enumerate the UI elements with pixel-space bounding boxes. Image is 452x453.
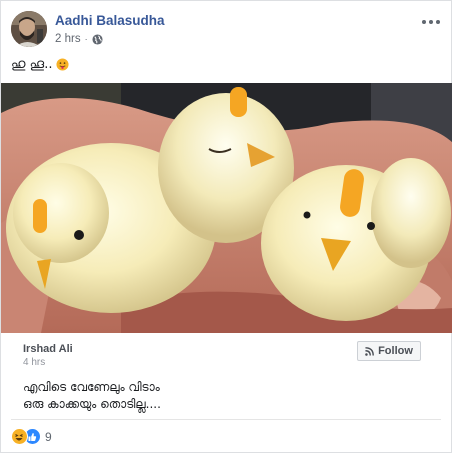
meta-separator: · — [84, 34, 88, 44]
post-photo[interactable] — [1, 83, 452, 333]
shared-author-name[interactable]: Irshad Ali — [23, 343, 73, 355]
follow-label: Follow — [378, 345, 413, 357]
post-body: ഹു ഹൂ.. — [11, 57, 70, 72]
shared-timestamp[interactable]: 4 hrs — [23, 357, 45, 368]
post-meta: 2 hrs · — [55, 33, 103, 45]
follow-button[interactable]: Follow — [357, 341, 421, 361]
globe-icon[interactable] — [92, 33, 103, 45]
shared-text-line-1: എവിടെ വേണേലും വിടാം — [23, 380, 160, 394]
haha-reaction-icon — [11, 428, 28, 445]
more-options-icon[interactable] — [421, 15, 441, 29]
post-text: ഹു ഹൂ.. — [11, 57, 53, 72]
shared-text-line-2: ഒരു കാക്കയും തൊടില്ല.... — [23, 397, 161, 411]
author-name[interactable]: Aadhi Balasudha — [55, 13, 165, 28]
reaction-count: 9 — [45, 429, 52, 444]
rss-icon — [365, 346, 374, 356]
stuck-out-tongue-emoji-icon — [56, 58, 70, 71]
feed-post: Aadhi Balasudha 2 hrs · ഹു ഹൂ.. Irshad A… — [0, 0, 452, 453]
post-header: Aadhi Balasudha 2 hrs · — [11, 11, 441, 51]
reactions-summary[interactable]: 9 — [11, 428, 52, 445]
divider — [11, 419, 441, 420]
shared-post: Irshad Ali 4 hrs Follow എവിടെ വേണേലും വി… — [11, 334, 441, 416]
post-timestamp[interactable]: 2 hrs — [55, 33, 81, 45]
avatar[interactable] — [11, 11, 47, 47]
